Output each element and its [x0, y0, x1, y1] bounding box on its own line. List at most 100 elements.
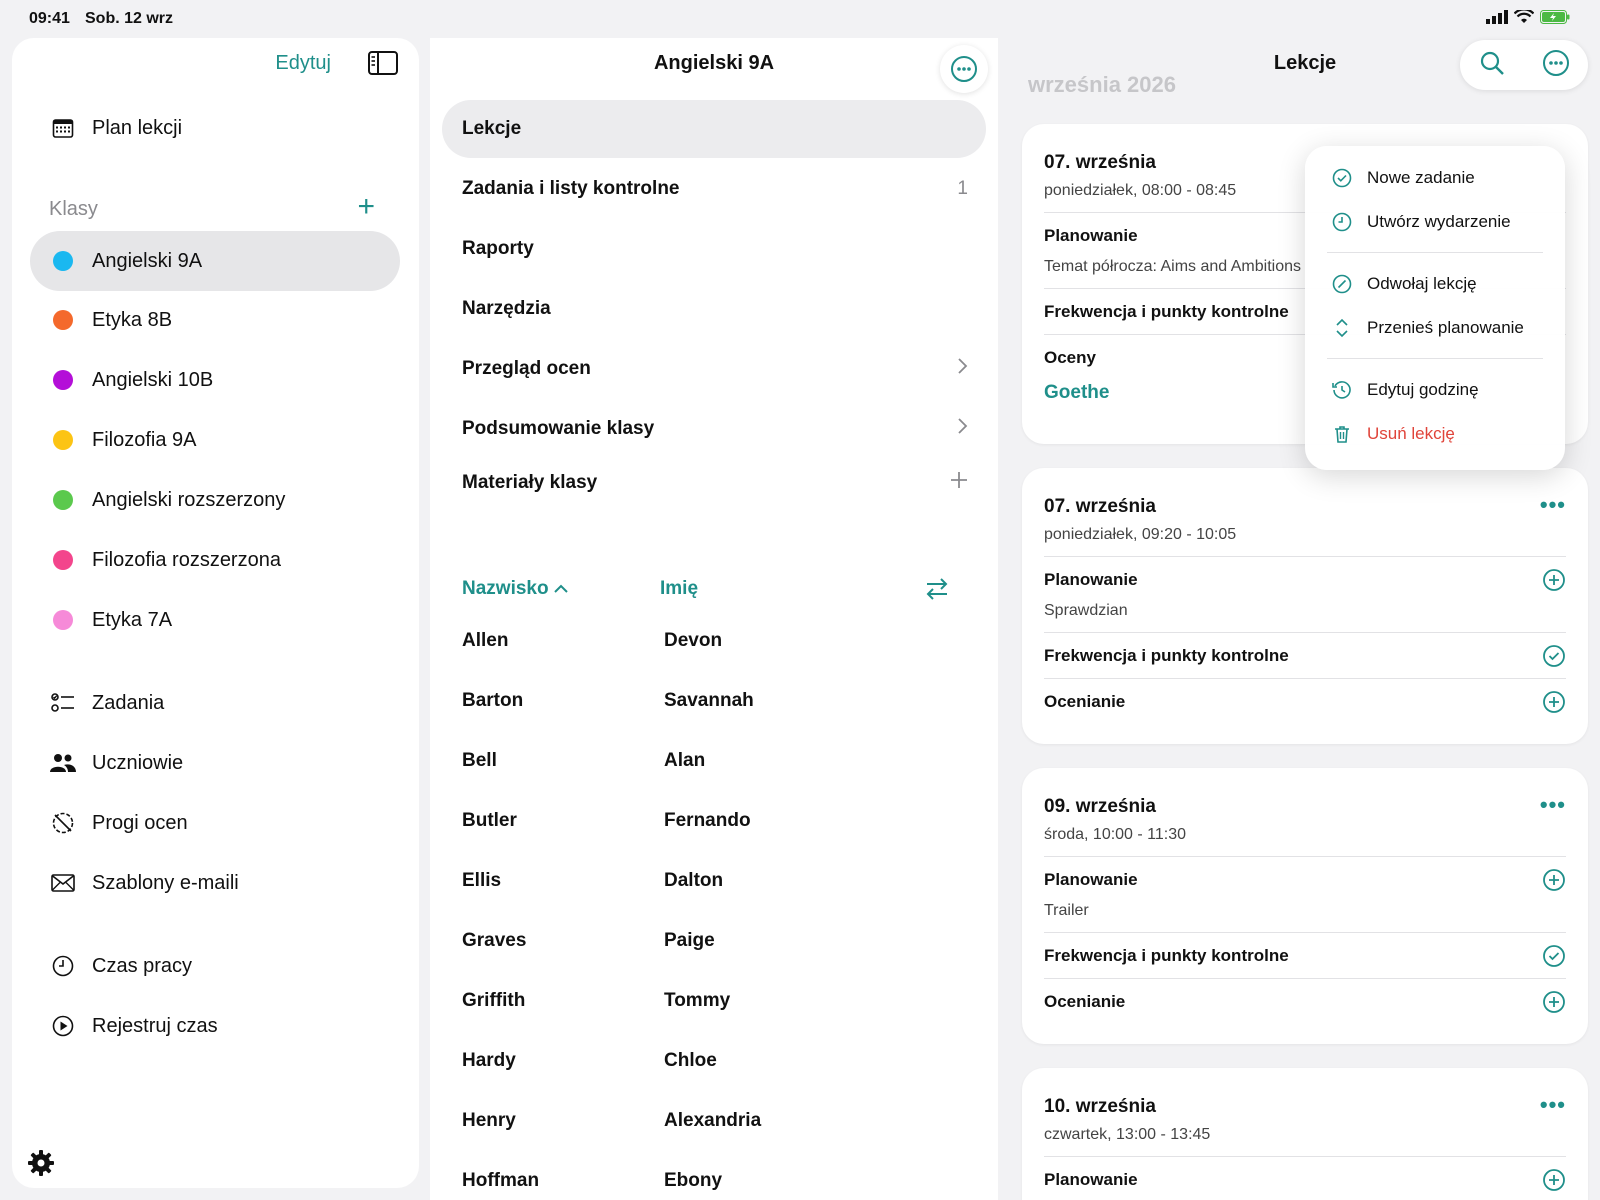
- student-row[interactable]: Graves Paige: [430, 910, 998, 970]
- plus-circle-icon[interactable]: [1542, 868, 1566, 892]
- sidebar-item-label: Szablony e-maili: [92, 871, 239, 894]
- sidebar-item-label: Angielski 10B: [92, 368, 214, 391]
- nav-row-reports[interactable]: Raporty: [442, 220, 986, 278]
- student-sort-bar: Nazwisko Imię: [430, 570, 998, 610]
- calendar-icon: [48, 113, 78, 143]
- nav-row-class-summary[interactable]: Podsumowanie klasy: [442, 400, 986, 458]
- sidebar: Edytuj Plan lekcji Klasy + Angielski 9A …: [12, 38, 419, 1188]
- sidebar-item-tasks[interactable]: Zadania: [30, 673, 400, 733]
- status-icons: [1486, 10, 1570, 24]
- edit-button[interactable]: Edytuj: [275, 52, 331, 75]
- history-icon: [1331, 379, 1353, 401]
- grading-label: Ocenianie: [1044, 992, 1126, 1011]
- class-color-dot: [53, 490, 73, 510]
- planning-label: Planowanie: [1044, 226, 1138, 245]
- play-icon: [48, 1011, 78, 1041]
- planning-label: Planowanie: [1044, 1170, 1138, 1189]
- check-circle-icon[interactable]: [1542, 644, 1566, 668]
- sidebar-item-label: Filozofia rozszerzona: [92, 548, 281, 571]
- more-options-button[interactable]: [940, 45, 988, 93]
- nav-row-lessons[interactable]: Lekcje: [442, 100, 986, 158]
- more-icon[interactable]: [1542, 49, 1570, 82]
- student-row[interactable]: Griffith Tommy: [430, 970, 998, 1030]
- add-class-button[interactable]: +: [357, 192, 375, 222]
- lesson-more-button[interactable]: •••: [1540, 1092, 1566, 1118]
- clock-icon: [48, 951, 78, 981]
- student-row[interactable]: Henry Alexandria: [430, 1090, 998, 1150]
- planning-note: Temat półrocza: Aims and Ambitions: [1044, 258, 1302, 275]
- plus-circle-icon[interactable]: [1542, 690, 1566, 714]
- sidebar-item-schedule[interactable]: Plan lekcji: [30, 98, 400, 158]
- sidebar-item-students[interactable]: Uczniowie: [30, 733, 400, 793]
- nav-row-tools[interactable]: Narzędzia: [442, 280, 986, 338]
- menu-item-new-task[interactable]: Nowe zadanie: [1331, 158, 1551, 198]
- plus-circle-icon[interactable]: [1542, 568, 1566, 592]
- battery-icon: [1540, 10, 1570, 24]
- sidebar-item-work-time[interactable]: Czas pracy: [30, 936, 400, 996]
- swap-icon[interactable]: [924, 576, 950, 602]
- class-color-dot: [53, 430, 73, 450]
- attendance-label[interactable]: Frekwencja i punkty kontrolne: [1044, 646, 1289, 666]
- check-circle-icon[interactable]: [1542, 944, 1566, 968]
- lesson-card[interactable]: 07. września poniedziałek, 09:20 - 10:05…: [1022, 468, 1588, 744]
- lesson-card[interactable]: 10. września czwartek, 13:00 - 13:45 •••…: [1022, 1068, 1588, 1200]
- lesson-time: poniedziałek, 09:20 - 10:05: [1044, 526, 1237, 543]
- sidebar-item-label: Rejestruj czas: [92, 1014, 218, 1037]
- student-row[interactable]: Ellis Dalton: [430, 850, 998, 910]
- student-row[interactable]: Allen Devon: [430, 610, 998, 670]
- classes-header: Klasy: [49, 198, 98, 220]
- sidebar-item-label: Czas pracy: [92, 954, 193, 977]
- envelope-icon: [48, 868, 78, 898]
- student-row[interactable]: Bell Alan: [430, 730, 998, 790]
- menu-item-move-planning[interactable]: Przenieś planowanie: [1331, 308, 1551, 348]
- sidebar-item-class[interactable]: Etyka 8B: [30, 290, 400, 350]
- nav-row-tasks[interactable]: Zadania i listy kontrolne 1: [442, 160, 986, 218]
- sidebar-item-class[interactable]: Angielski 10B: [30, 350, 400, 410]
- sidebar-toggle-icon[interactable]: [367, 50, 399, 76]
- sidebar-item-class[interactable]: Angielski 9A: [30, 231, 400, 291]
- lesson-date: 09. września: [1044, 796, 1156, 817]
- sidebar-item-class[interactable]: Filozofia rozszerzona: [30, 530, 400, 590]
- plus-circle-icon[interactable]: [1542, 990, 1566, 1014]
- student-row[interactable]: Hardy Chloe: [430, 1030, 998, 1090]
- plus-icon[interactable]: [950, 471, 968, 495]
- sidebar-item-class[interactable]: Etyka 7A: [30, 590, 400, 650]
- sort-by-first-name-button[interactable]: Imię: [660, 578, 698, 600]
- lesson-time: czwartek, 13:00 - 13:45: [1044, 1126, 1211, 1143]
- lesson-time: poniedziałek, 08:00 - 08:45: [1044, 182, 1237, 199]
- menu-item-cancel-lesson[interactable]: Odwołaj lekcję: [1331, 264, 1551, 304]
- nav-row-grade-overview[interactable]: Przegląd ocen: [442, 340, 986, 398]
- lesson-more-button[interactable]: •••: [1540, 792, 1566, 818]
- sidebar-item-class[interactable]: Angielski rozszerzony: [30, 470, 400, 530]
- gear-icon[interactable]: [26, 1148, 56, 1178]
- sidebar-item-label: Etyka 8B: [92, 308, 173, 331]
- menu-item-create-event[interactable]: Utwórz wydarzenie: [1331, 202, 1551, 242]
- student-row[interactable]: Butler Fernando: [430, 790, 998, 850]
- sidebar-item-record-time[interactable]: Rejestruj czas: [30, 996, 400, 1056]
- planning-note: Sprawdzian: [1044, 602, 1128, 619]
- planning-note: Trailer: [1044, 902, 1089, 919]
- menu-item-delete-lesson[interactable]: Usuń lekcję: [1331, 414, 1551, 454]
- student-row[interactable]: Barton Savannah: [430, 670, 998, 730]
- lesson-card[interactable]: 09. września środa, 10:00 - 11:30 ••• Pl…: [1022, 768, 1588, 1044]
- more-icon: [951, 56, 977, 82]
- student-row[interactable]: Hoffman Ebony: [430, 1150, 998, 1200]
- planning-label: Planowanie: [1044, 870, 1138, 889]
- sidebar-item-class[interactable]: Filozofia 9A: [30, 410, 400, 470]
- lesson-context-menu: Nowe zadanie Utwórz wydarzenie Odwołaj l…: [1305, 146, 1565, 470]
- sort-by-surname-button[interactable]: Nazwisko: [462, 578, 568, 600]
- chevron-up-icon: [554, 584, 568, 593]
- sidebar-item-email-templates[interactable]: Szablony e-maili: [30, 853, 400, 913]
- class-detail-panel: Angielski 9A Lekcje Zadania i listy kont…: [430, 38, 998, 1200]
- class-color-dot: [53, 610, 73, 630]
- trash-icon: [1331, 423, 1353, 445]
- nav-row-class-materials[interactable]: Materiały klasy: [442, 454, 986, 512]
- grades-link[interactable]: Goethe: [1044, 382, 1109, 404]
- plus-circle-icon[interactable]: [1542, 1168, 1566, 1192]
- attendance-label[interactable]: Frekwencja i punkty kontrolne: [1044, 302, 1289, 322]
- lesson-more-button[interactable]: •••: [1540, 492, 1566, 518]
- sidebar-item-grade-thresholds[interactable]: Progi ocen: [30, 793, 400, 853]
- search-icon[interactable]: [1479, 50, 1505, 81]
- attendance-label[interactable]: Frekwencja i punkty kontrolne: [1044, 946, 1289, 966]
- menu-item-edit-time[interactable]: Edytuj godzinę: [1331, 370, 1551, 410]
